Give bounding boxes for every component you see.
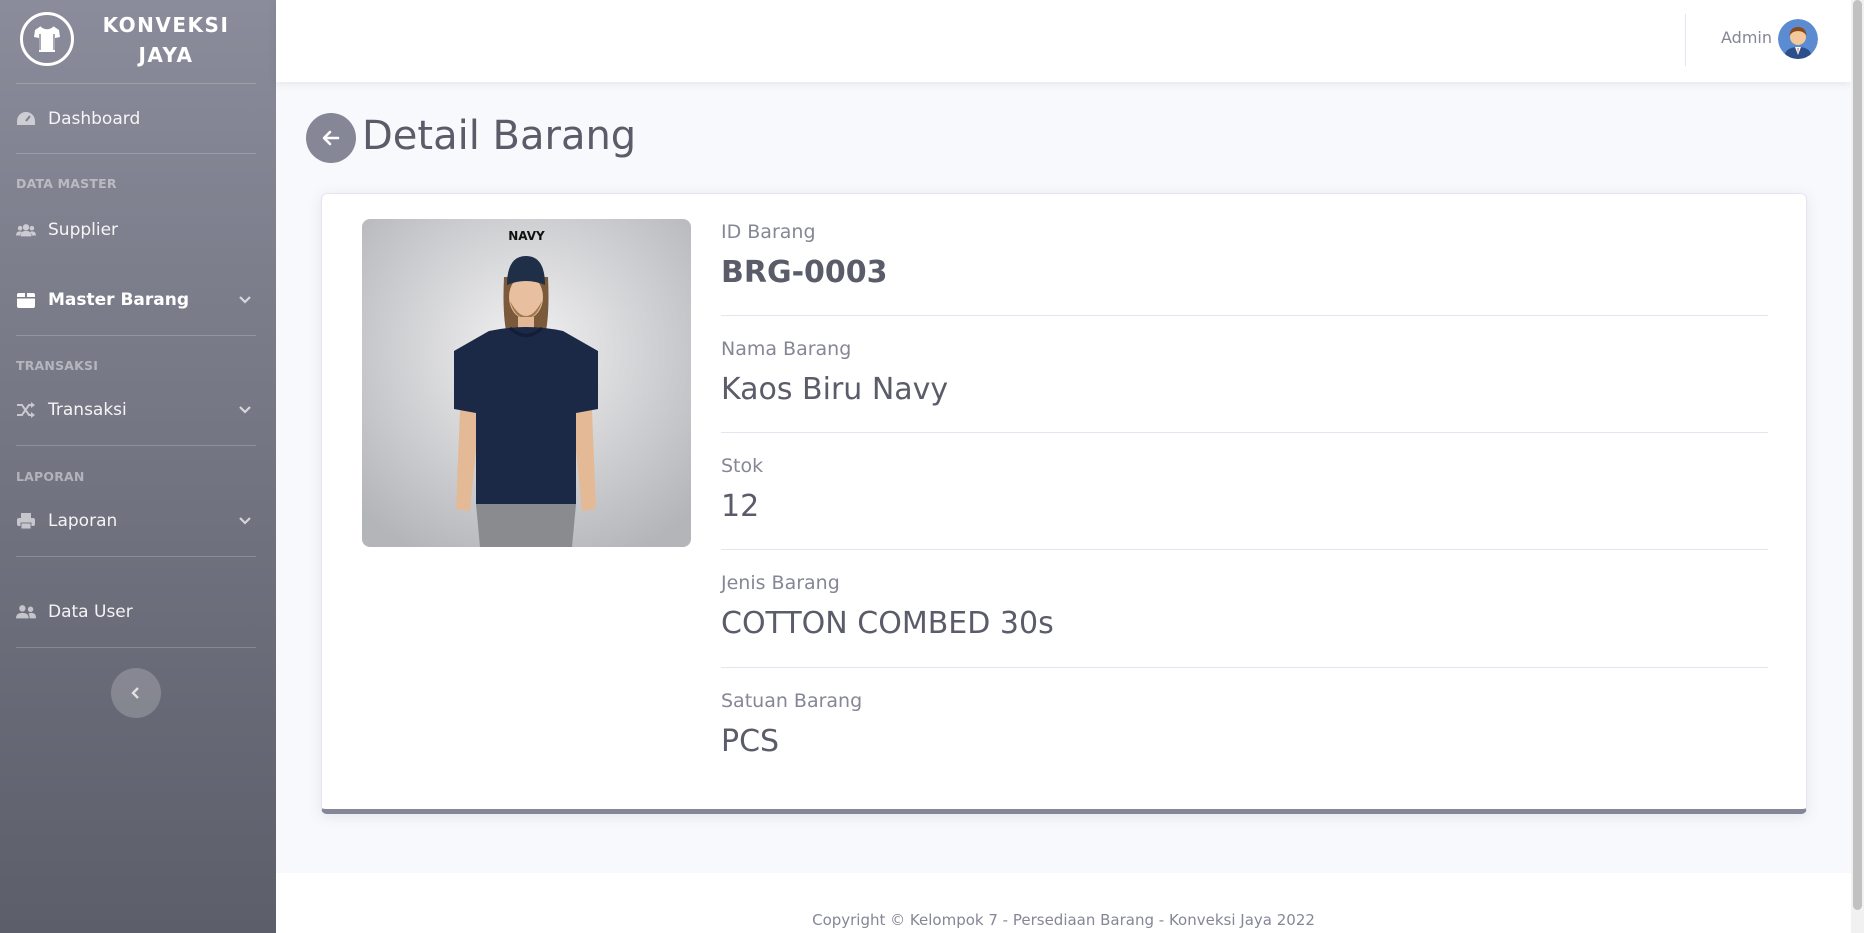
sidebar-item-label: Laporan (48, 511, 118, 531)
sidebar-heading-data-master: DATA MASTER (16, 176, 117, 191)
back-button[interactable] (306, 113, 356, 163)
field-label: Jenis Barang (721, 572, 840, 594)
field-label: Satuan Barang (721, 690, 863, 712)
field-value-stock: 12 (721, 489, 760, 524)
page-scrollbar[interactable] (1851, 0, 1864, 933)
sidebar-item-label: Master Barang (48, 290, 190, 310)
sidebar-item-label: Supplier (48, 220, 119, 240)
sidebar-divider (16, 647, 256, 648)
field-separator (721, 667, 1768, 668)
image-caption: NAVY (508, 229, 545, 243)
field-value-name: Kaos Biru Navy (721, 372, 949, 407)
tachometer-icon (17, 112, 35, 125)
brand-line2: JAYA (138, 43, 194, 67)
sidebar-item-dashboard[interactable]: Dashboard (0, 97, 276, 141)
scrollbar-thumb[interactable] (1853, 0, 1862, 910)
sidebar-divider (16, 153, 256, 154)
chevron-down-icon (239, 406, 251, 414)
sidebar-toggle-button[interactable] (111, 668, 161, 718)
topbar: Admin (276, 0, 1851, 82)
sidebar-divider (16, 83, 256, 84)
field-value-type: COTTON COMBED 30s (721, 606, 1054, 641)
field-separator (721, 549, 1768, 550)
field-label: Stok (721, 455, 764, 477)
sidebar: KONVEKSI JAYA Dashboard DATA MASTER Supp… (0, 0, 276, 933)
field-value-id: BRG-0003 (721, 255, 888, 290)
field-value-unit: PCS (721, 724, 780, 759)
brand-name: KONVEKSI JAYA (96, 10, 236, 70)
user-friends-icon (16, 605, 36, 619)
sidebar-item-transaksi[interactable]: Transaksi (0, 388, 276, 432)
brand[interactable]: KONVEKSI JAYA (0, 0, 276, 83)
user-name[interactable]: Admin (1721, 28, 1772, 47)
users-icon (16, 224, 36, 237)
sidebar-item-label: Transaksi (48, 400, 127, 420)
sidebar-item-laporan[interactable]: Laporan (0, 499, 276, 543)
random-icon (17, 402, 35, 418)
brand-line1: KONVEKSI (102, 13, 230, 37)
field-separator (721, 432, 1768, 433)
field-label: ID Barang (721, 221, 816, 243)
sidebar-heading-laporan: LAPORAN (16, 469, 85, 484)
footer-copyright: Copyright © Kelompok 7 - Persediaan Bara… (812, 911, 1315, 929)
topbar-divider (1685, 14, 1686, 66)
chevron-down-icon (239, 296, 251, 304)
sidebar-divider (16, 335, 256, 336)
sidebar-divider (16, 445, 256, 446)
sidebar-item-master-barang[interactable]: Master Barang (0, 278, 276, 322)
chevron-left-icon (131, 687, 139, 699)
footer: Copyright © Kelompok 7 - Persediaan Bara… (276, 873, 1851, 933)
arrow-left-icon (322, 130, 340, 146)
sidebar-item-data-user[interactable]: Data User (0, 590, 276, 634)
tshirt-icon (20, 12, 74, 66)
field-label: Nama Barang (721, 338, 852, 360)
sidebar-item-label: Data User (48, 602, 133, 622)
print-icon (17, 513, 35, 530)
product-image: NAVY (362, 219, 691, 547)
sidebar-item-supplier[interactable]: Supplier (0, 208, 276, 252)
field-separator (721, 315, 1768, 316)
avatar[interactable] (1778, 19, 1818, 59)
sidebar-heading-transaksi: TRANSAKSI (16, 358, 99, 373)
sidebar-divider (16, 556, 256, 557)
page-title: Detail Barang (362, 113, 637, 159)
box-icon (17, 293, 35, 308)
sidebar-item-label: Dashboard (48, 109, 141, 129)
chevron-down-icon (239, 517, 251, 525)
